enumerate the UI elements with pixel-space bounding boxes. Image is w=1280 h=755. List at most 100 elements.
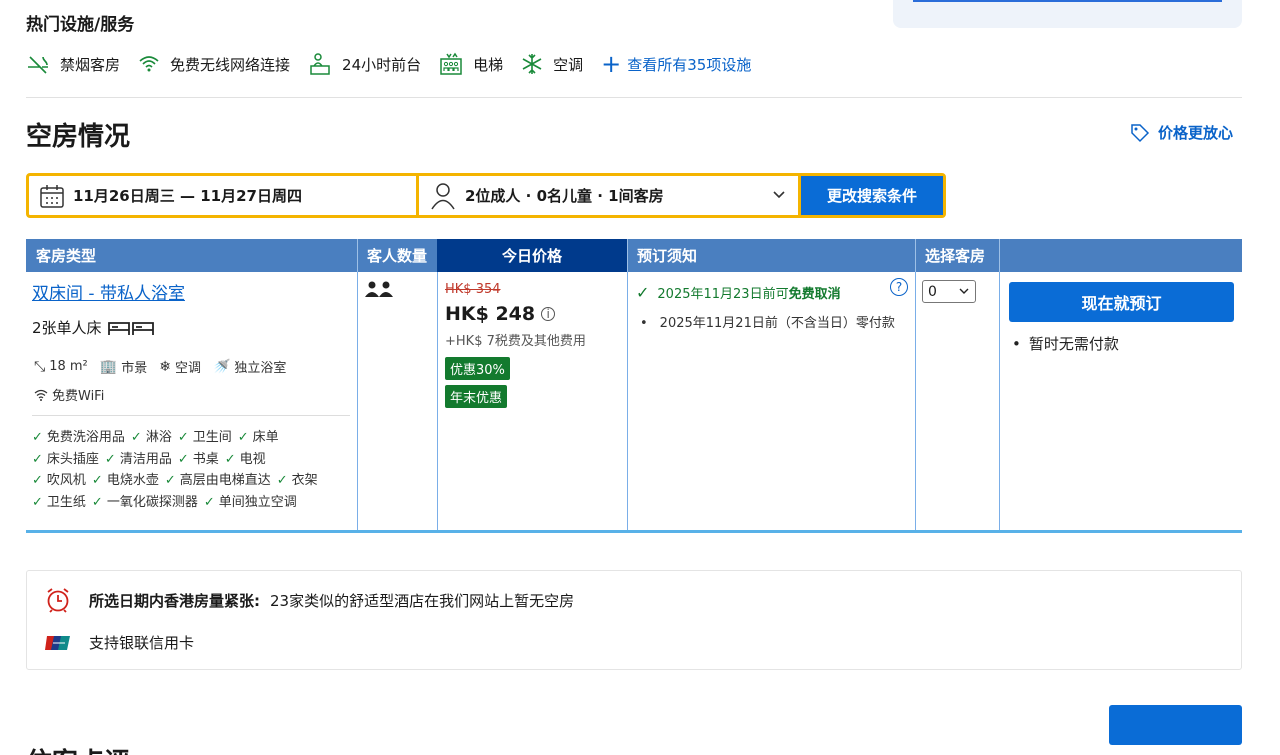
price-tag-icon <box>1131 123 1150 142</box>
tax-note: +HK$ 7税费及其他费用 <box>445 334 586 349</box>
rooms-table: 客房类型 客人数量 今日价格 预订须知 选择客房 双床间 - 带私人浴室 2张单… <box>26 239 1242 534</box>
amenities-list: ✓ 免费洗浴用品 ✓ 淋浴 ✓ 卫生间 ✓ 床单 ✓ 床头插座 ✓ 清洁用品 ✓ 书桌 ✓ 电视 ✓ 吹风机 ✓ 电烧… <box>32 427 352 513</box>
availability-warning: 所选日期内香港房量紧张: 23家类似的舒适型酒店在我们网站上暂无空房 <box>45 587 574 613</box>
bed-info: 2张单人床 <box>32 317 156 338</box>
book-now-button[interactable]: 现在就预订 <box>1009 282 1234 322</box>
current-price: HK$ 248 i <box>445 303 556 325</box>
warning-title: 所选日期内香港房量紧张: <box>89 591 260 610</box>
bottom-action-button[interactable] <box>1109 705 1242 745</box>
see-all-facilities-link[interactable]: + 查看所有35项设施 <box>601 52 751 76</box>
bed-label: 2张单人床 <box>32 319 102 337</box>
promo-badge: 年末优惠 <box>445 385 508 408</box>
divider <box>32 415 350 416</box>
date-range: 11月26日周三 — 11月27日周四 <box>73 187 302 205</box>
plus-icon: + <box>601 50 622 78</box>
facility-front-desk: 24小时前台 <box>308 52 421 76</box>
unionpay-row: 支持银联信用卡 <box>45 632 194 653</box>
room-wifi: 免费WiFi <box>34 385 104 404</box>
free-cancel-row: ✓ 2025年11月23日前可 免费取消 <box>636 283 841 302</box>
price-alert-link[interactable]: 价格更放心 <box>1130 122 1233 143</box>
check-icon: ✓ <box>32 473 43 488</box>
amenity-item: ✓ 电烧水壶 <box>91 473 159 488</box>
price-alert-label: 价格更放心 <box>1158 124 1234 142</box>
chevron-down-icon <box>773 191 785 199</box>
no-smoking-icon <box>28 56 48 74</box>
top-panel <box>893 0 1242 28</box>
header-room-type: 客房类型 <box>36 247 97 265</box>
facility-label: 24小时前台 <box>342 55 422 74</box>
facility-label: 空调 <box>553 55 584 74</box>
facility-elevator: 电梯 <box>439 52 503 76</box>
room-quantity-select[interactable]: 0 <box>922 280 976 303</box>
elevator-icon <box>440 52 462 75</box>
header-guests: 客人数量 <box>367 247 428 265</box>
check-icon: ✓ <box>104 451 116 467</box>
check-icon: ✓ <box>32 430 43 445</box>
check-icon: ✓ <box>177 430 189 445</box>
table-header: 客房类型 客人数量 今日价格 预订须知 选择客房 <box>26 239 1242 272</box>
shower-icon: 🚿 <box>212 358 231 375</box>
room-bath: 🚿 独立浴室 <box>212 358 287 377</box>
check-icon: ✓ <box>237 430 249 445</box>
availability-title: 空房情况 <box>26 122 131 152</box>
room-features: ⤡ 18 m² 🏢 市景 ❄ 空调 🚿 独立浴室 <box>34 357 298 377</box>
two-guests-icon <box>365 281 393 297</box>
info-icon[interactable]: i <box>541 307 556 321</box>
room-size-icon: ⤡ <box>34 358 46 375</box>
guests-summary: 2位成人 · 0名儿童 · 1间客房 <box>465 187 664 205</box>
check-icon: ✓ <box>130 430 142 445</box>
see-all-label: 查看所有35项设施 <box>627 55 752 74</box>
facility-label: 免费无线网络连接 <box>170 55 291 74</box>
city-view-icon: 🏢 <box>99 358 118 375</box>
amenity-item: ✓ 卫生间 <box>177 430 232 445</box>
amenity-item: ✓ 床单 <box>237 430 279 445</box>
change-search-button[interactable]: 更改搜索条件 <box>801 176 943 215</box>
amenity-item: ✓ 免费洗浴用品 <box>32 430 125 445</box>
header-policy: 预订须知 <box>637 247 698 265</box>
check-icon: ✓ <box>636 283 650 302</box>
person-icon <box>431 182 455 209</box>
single-bed-icon <box>107 321 154 335</box>
no-pay-now: • 暂时无需付款 <box>1012 335 1119 353</box>
amenity-item: ✓ 衣架 <box>276 473 318 488</box>
front-desk-icon <box>310 53 330 75</box>
facility-no-smoking: 禁烟客房 <box>26 53 120 75</box>
facilities-title: 热门设施/服务 <box>26 15 135 35</box>
chevron-down-icon <box>959 288 969 294</box>
unionpay-card-icon <box>45 635 70 650</box>
unionpay-label: 支持银联信用卡 <box>89 634 195 652</box>
notice-box: 所选日期内香港房量紧张: 23家类似的舒适型酒店在我们网站上暂无空房 支持银联信… <box>26 570 1242 670</box>
amenity-item: ✓ 清洁用品 <box>104 451 172 467</box>
search-bar: 11月26日周三 — 11月27日周四 2位成人 · 0名儿童 · 1间客房 更… <box>26 173 946 218</box>
help-icon[interactable]: ? <box>890 278 908 296</box>
check-icon: ✓ <box>164 473 176 488</box>
room-ac: ❄ 空调 <box>159 358 201 377</box>
amenity-item: ✓ 床头插座 <box>32 451 99 467</box>
facility-label: 电梯 <box>473 55 504 74</box>
check-icon: ✓ <box>32 494 43 510</box>
facility-wifi: 免费无线网络连接 <box>138 53 290 75</box>
discount-badge: 优惠30% <box>445 357 510 380</box>
room-name-link[interactable]: 双床间 - 带私人浴室 <box>32 279 185 304</box>
warning-text: 23家类似的舒适型酒店在我们网站上暂无空房 <box>270 591 575 610</box>
check-icon: ✓ <box>203 494 215 510</box>
check-icon: ✓ <box>32 451 43 467</box>
check-icon: ✓ <box>91 494 103 510</box>
guests-selector[interactable]: 2位成人 · 0名儿童 · 1间客房 <box>419 176 801 215</box>
alarm-clock-icon <box>47 588 69 613</box>
room-view: 🏢 市景 <box>99 358 148 377</box>
reviews-title: 住客点评 <box>26 742 130 755</box>
table-bottom-border <box>26 530 1242 533</box>
divider <box>26 97 1242 98</box>
header-select: 选择客房 <box>925 247 986 265</box>
wifi-icon <box>34 389 48 401</box>
room-size: ⤡ 18 m² <box>34 358 88 375</box>
calendar-icon <box>40 184 64 208</box>
amenity-item: ✓ 卫生纸 <box>32 494 86 510</box>
amenity-item: ✓ 高层由电梯直达 <box>164 473 271 488</box>
date-picker[interactable]: 11月26日周三 — 11月27日周四 <box>29 176 419 215</box>
amenity-item: ✓ 电视 <box>224 451 266 467</box>
amenity-item: ✓ 书桌 <box>177 451 219 467</box>
check-icon: ✓ <box>276 473 288 488</box>
no-prepay-row: • 2025年11月21日前（不含当日）零付款 <box>640 316 895 331</box>
